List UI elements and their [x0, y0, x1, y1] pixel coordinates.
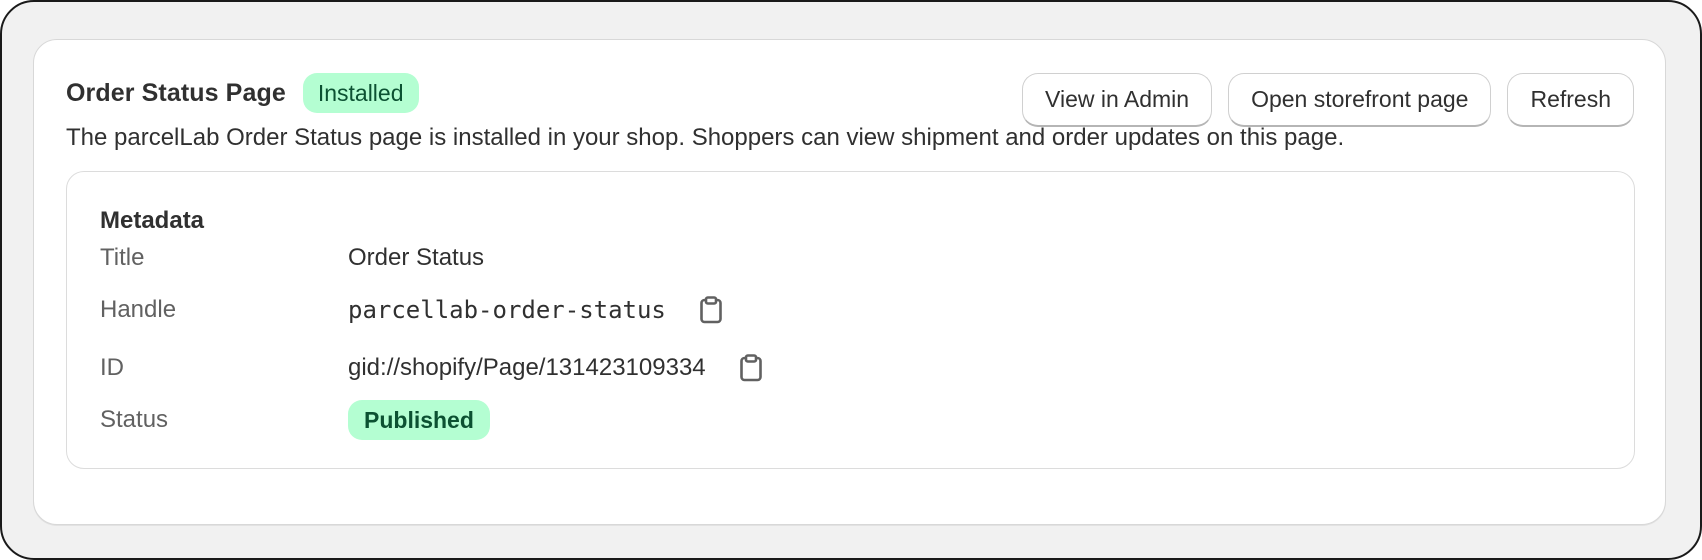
installed-badge: Installed	[302, 73, 419, 113]
order-status-card: Order Status Page Installed View in Admi…	[33, 39, 1666, 525]
published-status-badge: Published	[348, 400, 490, 440]
copy-handle-clipboard-icon[interactable]	[696, 295, 726, 325]
metadata-label: Status	[100, 406, 169, 433]
refresh-button[interactable]: Refresh	[1507, 73, 1634, 127]
metadata-label: Handle	[100, 296, 177, 323]
metadata-row-title: Title Order Status	[100, 240, 484, 276]
metadata-value-title: Order Status	[348, 244, 485, 271]
metadata-label: Title	[100, 244, 145, 271]
copy-id-clipboard-icon[interactable]	[736, 353, 766, 383]
metadata-row-handle: Handle parcellab-order-status	[100, 292, 726, 328]
card-description: The parcelLab Order Status page is insta…	[66, 124, 1345, 151]
card-header: Order Status Page Installed	[66, 73, 419, 113]
header-actions: View in Admin Open storefront page Refre…	[1022, 73, 1634, 127]
metadata-value-id: gid://shopify/Page/131423109334	[348, 354, 706, 381]
open-storefront-button[interactable]: Open storefront page	[1228, 73, 1492, 127]
metadata-row-id: ID gid://shopify/Page/131423109334	[100, 350, 766, 386]
metadata-panel: Metadata Title Order Status Handle parce…	[66, 171, 1635, 469]
view-in-admin-button[interactable]: View in Admin	[1022, 73, 1213, 127]
window-frame: Order Status Page Installed View in Admi…	[0, 0, 1702, 560]
metadata-row-status: Status Published	[100, 400, 490, 440]
page-title: Order Status Page	[66, 78, 286, 107]
metadata-value-handle: parcellab-order-status	[348, 296, 666, 324]
metadata-label: ID	[100, 354, 124, 381]
metadata-heading: Metadata	[100, 207, 205, 234]
